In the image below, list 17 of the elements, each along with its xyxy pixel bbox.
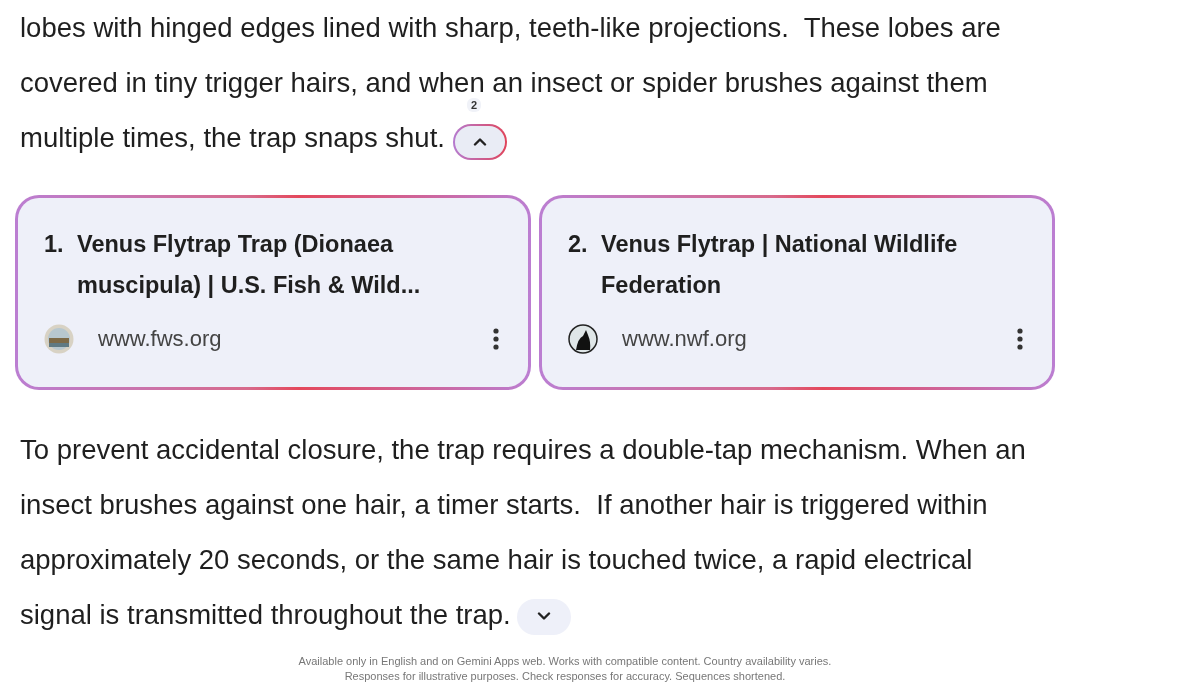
sources-toggle[interactable] <box>516 598 571 635</box>
source-number: 1. <box>44 230 65 260</box>
seal-icon <box>44 324 74 355</box>
caret-icon <box>536 612 551 622</box>
more-options-icon[interactable] <box>1016 326 1024 353</box>
more-options-icon[interactable] <box>492 326 500 353</box>
paragraph: lobes with hinged edges lined with sharp, teeth-like projections. These lobes are covered in tiny trigger hairs, and when an insect or spider brushes against them multiple times, the trap snaps shut. 2 <box>20 0 1200 168</box>
source-title[interactable]: Venus Flytrap Trap (Dionaea muscipula) | U.S. Fish & Wild... <box>77 224 421 307</box>
disclaimer: Available only in English and on Gemini Apps web. Works with compatible content. Country availability varies. Responses for illustrative purposes. Check responses for accuracy. Sequences shortened. <box>297 654 833 685</box>
source-domain: www.fws.org <box>98 326 223 353</box>
citation-number: 2 <box>466 98 482 113</box>
source-number: 2. <box>568 230 589 260</box>
source-title[interactable]: Venus Flytrap | National Wildlife Federation <box>601 224 958 307</box>
caret-icon <box>472 137 487 147</box>
source-domain: www.nwf.org <box>622 326 748 353</box>
bird-silhouette-icon <box>568 324 598 355</box>
paragraph: To prevent accidental closure, the trap requires a double-tap mechanism. When an insect brushes against one hair, a timer starts. If another hair is triggered within approximately 20 seconds, or the same hair is touched twice, a rapid electrical signal is transmitted throughout the trap. <box>20 422 1200 643</box>
